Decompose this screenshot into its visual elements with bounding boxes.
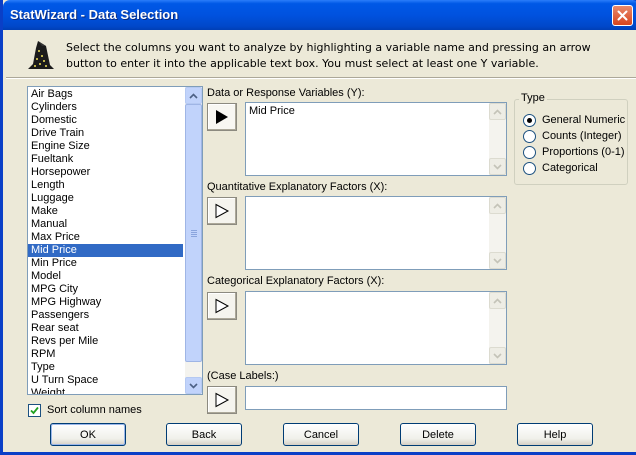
list-item[interactable]: Model: [28, 270, 183, 283]
list-item[interactable]: Min Price: [28, 257, 183, 270]
list-item[interactable]: Type: [28, 361, 183, 374]
sort-checkbox[interactable]: [28, 403, 41, 417]
radio-button[interactable]: [523, 161, 536, 175]
list-item[interactable]: Engine Size: [28, 140, 183, 153]
header-divider: [6, 77, 636, 79]
chevron-down-icon: [189, 382, 198, 389]
categorical-scroll-down[interactable]: [489, 347, 506, 364]
quantitative-factors-box[interactable]: [245, 196, 507, 270]
response-scroll-down[interactable]: [489, 158, 506, 175]
list-item[interactable]: Cylinders: [28, 101, 183, 114]
add-case-labels-button[interactable]: [207, 386, 237, 414]
ok-button[interactable]: OK: [50, 423, 126, 446]
list-item[interactable]: Passengers: [28, 309, 183, 322]
close-icon: [617, 10, 628, 21]
type-group-title: Type: [519, 92, 547, 104]
chevron-up-icon: [493, 108, 502, 115]
list-item[interactable]: Rear seat: [28, 322, 183, 335]
arrow-right-outline-icon: [215, 298, 230, 314]
categorical-scrollbar[interactable]: [489, 292, 506, 364]
cancel-button[interactable]: Cancel: [283, 423, 359, 446]
categorical-factors-box[interactable]: [245, 291, 507, 365]
chevron-up-icon: [493, 202, 502, 209]
scroll-down-button[interactable]: [185, 377, 202, 394]
chevron-down-icon: [493, 163, 502, 170]
column-list: Air Bags Cylinders Domestic Drive Train Engi…: [28, 88, 183, 394]
arrow-right-outline-icon: [215, 203, 230, 219]
instructions-text: Select the columns you want to analyze b…: [66, 40, 591, 72]
list-item[interactable]: Length: [28, 179, 183, 192]
type-option-categorical[interactable]: Categorical: [523, 161, 598, 175]
categorical-factors-label: Categorical Explanatory Factors (X):: [207, 275, 385, 287]
chevron-up-icon: [493, 297, 502, 304]
chevron-up-icon: [189, 92, 198, 99]
chevron-down-icon: [493, 352, 502, 359]
quantitative-factors-label: Quantitative Explanatory Factors (X):: [207, 181, 388, 193]
list-item[interactable]: Drive Train: [28, 127, 183, 140]
list-item[interactable]: Manual: [28, 218, 183, 231]
type-option-counts-integer[interactable]: Counts (Integer): [523, 129, 621, 143]
statwizard-window: StatWizard - Data Selection Select the c…: [0, 0, 636, 455]
list-item[interactable]: Domestic: [28, 114, 183, 127]
chevron-down-icon: [493, 257, 502, 264]
radio-button[interactable]: [523, 129, 536, 143]
list-item[interactable]: MPG Highway: [28, 296, 183, 309]
instructions-line-2: button to enter it into the applicable t…: [66, 57, 539, 70]
type-option-general-numeric[interactable]: General Numeric: [523, 113, 625, 127]
window-title: StatWizard - Data Selection: [10, 7, 179, 22]
list-item[interactable]: Weight: [28, 387, 183, 394]
list-item[interactable]: Max Price: [28, 231, 183, 244]
add-response-button[interactable]: [207, 103, 237, 131]
sort-column-names-option[interactable]: Sort column names: [28, 403, 142, 417]
instructions-line-1: Select the columns you want to analyze b…: [66, 41, 591, 54]
column-list-scrollbar[interactable]: [185, 87, 202, 394]
add-quantitative-button[interactable]: [207, 197, 237, 225]
column-listbox[interactable]: Air Bags Cylinders Domestic Drive Train Engi…: [27, 86, 203, 395]
quantitative-scroll-up[interactable]: [489, 197, 506, 214]
delete-button[interactable]: Delete: [400, 423, 476, 446]
list-item[interactable]: Fueltank: [28, 153, 183, 166]
arrow-right-outline-icon: [215, 392, 230, 408]
quantitative-scroll-down[interactable]: [489, 252, 506, 269]
list-item[interactable]: Mid Price: [28, 244, 183, 257]
radio-selected-dot: [527, 117, 532, 123]
type-option-label: Proportions (0-1): [542, 146, 625, 158]
response-scroll-up[interactable]: [489, 103, 506, 120]
scroll-up-button[interactable]: [185, 87, 202, 104]
response-variables-box[interactable]: Mid Price: [245, 102, 507, 176]
list-item[interactable]: Revs per Mile: [28, 335, 183, 348]
response-variables-value: Mid Price: [249, 105, 295, 117]
arrow-right-icon: [216, 110, 228, 124]
close-button[interactable]: [612, 5, 633, 26]
list-item[interactable]: Make: [28, 205, 183, 218]
scroll-thumb[interactable]: [185, 104, 202, 362]
add-categorical-button[interactable]: [207, 292, 237, 320]
back-button[interactable]: Back: [166, 423, 242, 446]
response-variables-label: Data or Response Variables (Y):: [207, 87, 365, 99]
radio-button[interactable]: [523, 145, 536, 159]
list-item[interactable]: Luggage: [28, 192, 183, 205]
case-labels-label: (Case Labels:): [207, 370, 279, 382]
list-item[interactable]: U Turn Space: [28, 374, 183, 387]
list-item[interactable]: Horsepower: [28, 166, 183, 179]
type-option-label: Counts (Integer): [542, 130, 622, 142]
list-item[interactable]: RPM: [28, 348, 183, 361]
dialog-body: Select the columns you want to analyze b…: [6, 30, 636, 452]
type-option-proportions-0-1[interactable]: Proportions (0-1): [523, 145, 625, 159]
radio-button[interactable]: [523, 113, 536, 127]
type-option-label: Categorical: [542, 162, 598, 174]
response-scrollbar[interactable]: [489, 103, 506, 175]
list-item[interactable]: Air Bags: [28, 88, 183, 101]
help-button[interactable]: Help: [517, 423, 593, 446]
sort-label: Sort column names: [47, 404, 142, 416]
categorical-scroll-up[interactable]: [489, 292, 506, 309]
case-labels-box[interactable]: [245, 386, 507, 410]
checkmark-icon: [30, 406, 39, 414]
quantitative-scrollbar[interactable]: [489, 197, 506, 269]
type-option-label: General Numeric: [542, 114, 626, 126]
title-bar[interactable]: StatWizard - Data Selection: [3, 0, 636, 30]
list-item[interactable]: MPG City: [28, 283, 183, 296]
wizard-hat-icon: [28, 41, 54, 69]
